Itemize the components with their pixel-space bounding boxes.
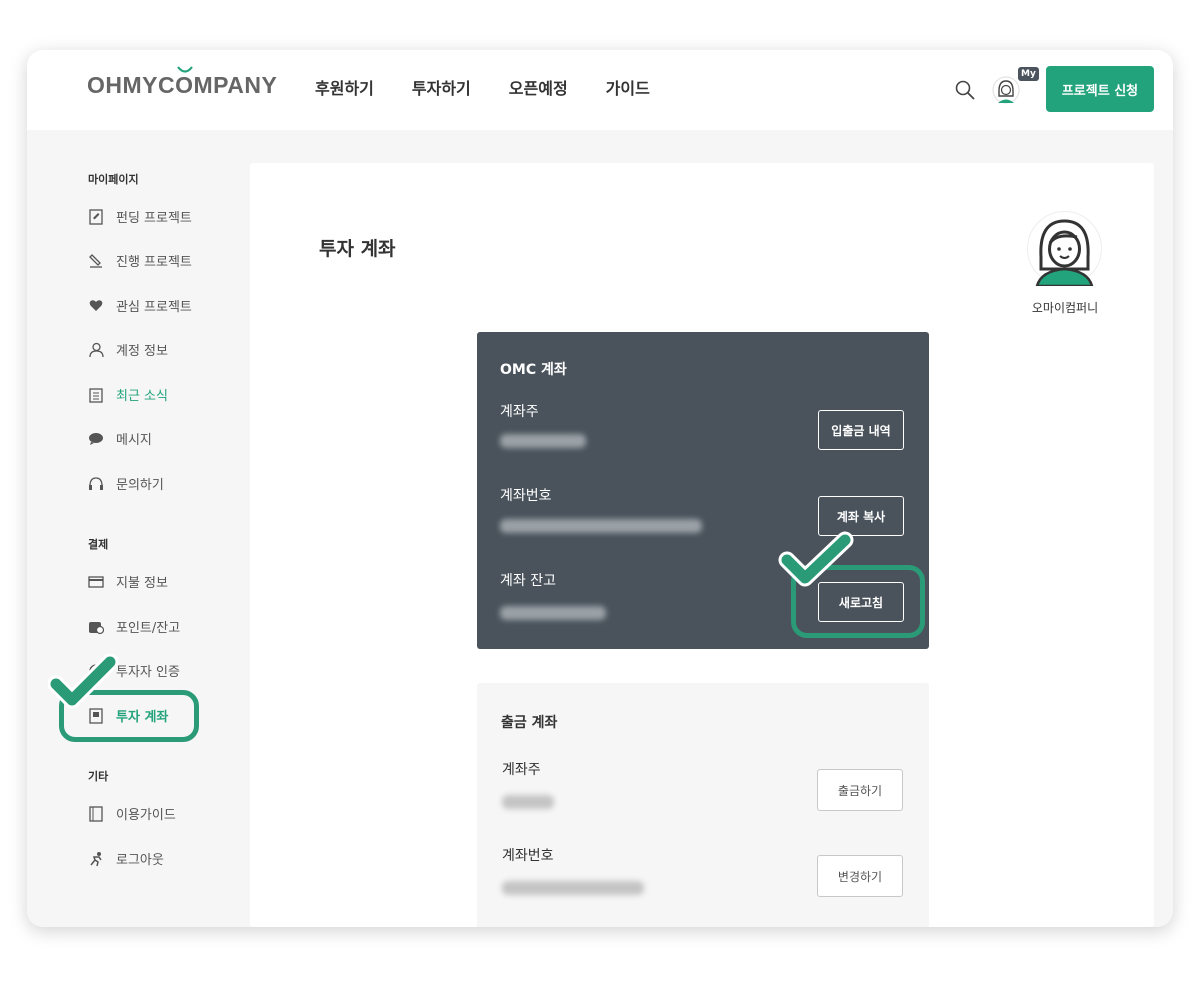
logo[interactable]: OHMYCOMPANY [87, 66, 277, 99]
withdraw-owner-value-redacted [502, 795, 554, 809]
omc-account-title: OMC 계좌 [500, 362, 567, 378]
chat-icon [88, 431, 104, 447]
edit-document-icon [88, 208, 104, 225]
nav-item-guide[interactable]: 가이드 [606, 75, 650, 99]
page-title: 투자 계좌 [319, 238, 396, 260]
withdraw-button[interactable]: 출금하기 [817, 769, 903, 811]
nav-item-sponsor[interactable]: 후원하기 [315, 75, 374, 99]
sidebar-item-messages[interactable]: 메시지 [88, 429, 152, 448]
withdrawal-account-card: 출금 계좌 계좌주 출금하기 계좌번호 변경하기 [477, 683, 929, 927]
main-content: 투자 계좌 오마이컴퍼니 OMC 계좌 계좌주 입출금 내역 계좌번호 계좌 복… [250, 163, 1154, 927]
check-icon [48, 654, 118, 709]
app-window: OHMYCOMPANY 후원하기 투자하기 오픈예정 가이드 My 프로젝트 신… [27, 50, 1173, 927]
account-owner-label: 계좌주 [500, 404, 539, 420]
sidebar-item-ongoing-projects[interactable]: 진행 프로젝트 [88, 251, 192, 270]
sidebar-item-account-info[interactable]: 계정 정보 [88, 340, 168, 359]
account-balance-value-redacted [500, 606, 606, 620]
account-owner-value-redacted [500, 434, 586, 448]
sidebar-item-inquiry[interactable]: 문의하기 [88, 474, 164, 493]
sidebar-item-usage-guide[interactable]: 이용가이드 [88, 804, 176, 823]
sidebar-item-recent-news[interactable]: 최근 소식 [88, 385, 168, 404]
notepad-icon [88, 387, 104, 403]
book-icon [88, 805, 104, 822]
sidebar-group-title: 기타 [88, 770, 109, 783]
top-header: OHMYCOMPANY 후원하기 투자하기 오픈예정 가이드 My 프로젝트 신… [27, 50, 1173, 130]
sidebar-item-favorite-projects[interactable]: 관심 프로젝트 [88, 296, 192, 315]
pen-icon [88, 253, 104, 269]
withdraw-number-label: 계좌번호 [502, 848, 554, 864]
nav-item-upcoming[interactable]: 오픈예정 [509, 75, 568, 99]
nav-item-invest[interactable]: 투자하기 [412, 75, 471, 99]
heart-icon [88, 298, 104, 314]
profile-name: 오마이컴퍼니 [1031, 301, 1099, 315]
user-icon [88, 342, 104, 358]
search-icon[interactable] [954, 79, 976, 101]
withdraw-owner-label: 계좌주 [502, 762, 541, 778]
account-balance-label: 계좌 잔고 [500, 573, 556, 589]
sidebar-group-title: 결제 [88, 538, 109, 551]
account-number-value-redacted [500, 519, 702, 533]
project-apply-button[interactable]: 프로젝트 신청 [1046, 66, 1154, 112]
check-icon [778, 531, 854, 587]
sidebar-item-payment-info[interactable]: 지불 정보 [88, 572, 168, 591]
main-nav: 후원하기 투자하기 오픈예정 가이드 [315, 75, 688, 99]
withdrawal-account-title: 출금 계좌 [501, 715, 558, 731]
withdraw-number-value-redacted [502, 881, 644, 895]
user-avatar-icon[interactable] [992, 76, 1020, 104]
wallet-icon [88, 619, 104, 635]
sidebar-item-points-balance[interactable]: 포인트/잔고 [88, 617, 180, 636]
profile-avatar-icon [1027, 211, 1102, 286]
card-icon [88, 574, 104, 590]
sidebar-item-funding-projects[interactable]: 펀딩 프로젝트 [88, 207, 192, 226]
sidebar-item-logout[interactable]: 로그아웃 [88, 849, 164, 868]
change-account-button[interactable]: 변경하기 [817, 855, 903, 897]
sidebar: 마이페이지 펀딩 프로젝트 진행 프로젝트 관심 프로젝트 계정 정보 최근 소… [27, 130, 250, 927]
sidebar-group-title: 마이페이지 [88, 173, 139, 186]
leaf-icon [177, 66, 193, 73]
account-number-label: 계좌번호 [500, 488, 552, 504]
runner-icon [88, 851, 104, 867]
transaction-history-button[interactable]: 입출금 내역 [818, 410, 904, 450]
my-badge[interactable]: My [1018, 67, 1039, 81]
headset-icon [88, 476, 104, 492]
